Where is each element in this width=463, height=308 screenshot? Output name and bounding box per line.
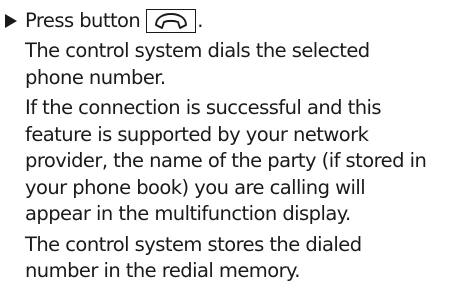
manual-page: Press button . The control system dials …	[0, 0, 463, 308]
text-line: The control system stores the dialed	[25, 232, 362, 256]
step-bullet-icon	[5, 14, 17, 28]
phone-pickup-key-icon	[146, 9, 197, 33]
step-end: .	[197, 8, 203, 32]
text-line: If the connection is successful and this	[25, 96, 382, 119]
result-paragraph-dialing: The control system dials the selected ph…	[25, 38, 463, 91]
instruction-step: Press button .	[3, 6, 463, 36]
step-result-text: The control system dials the selected ph…	[25, 38, 463, 285]
text-line: provider, the name of the party (if stor…	[25, 149, 427, 172]
result-paragraph-connection: If the connection is successful and this…	[25, 95, 463, 228]
text-line: feature is supported by your network	[25, 122, 369, 146]
text-line: phone number.	[25, 65, 166, 89]
text-line: appear in the multifunction display.	[25, 202, 351, 225]
text-line: your phone book) you are calling will	[25, 175, 366, 199]
text-line: number in the redial memory.	[25, 259, 300, 282]
step-text: Press button	[25, 8, 141, 32]
result-paragraph-redial: The control system stores the dialed num…	[25, 232, 463, 285]
text-line: The control system dials the selected	[25, 39, 370, 62]
